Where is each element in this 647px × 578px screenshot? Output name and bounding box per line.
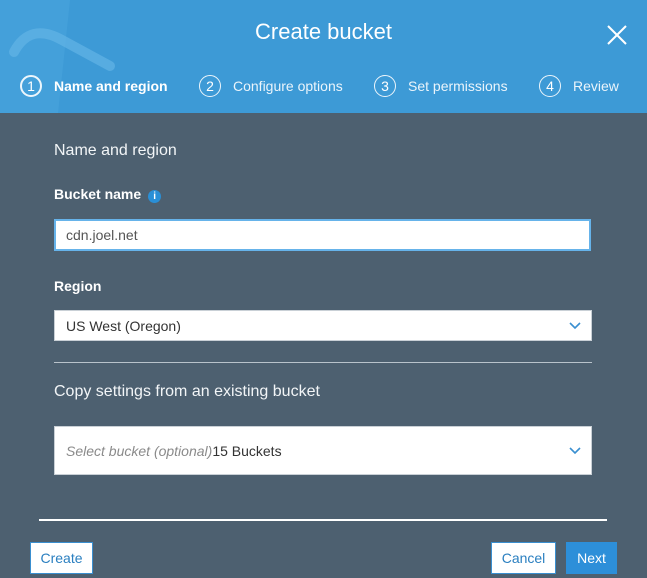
- wizard-steps: 1 Name and region 2 Configure options 3 …: [0, 72, 647, 102]
- divider: [54, 362, 592, 363]
- close-button[interactable]: [604, 22, 630, 48]
- bucket-count: 15 Buckets: [212, 442, 282, 459]
- dialog-header: Create bucket 1 Name and region 2 Config…: [0, 0, 647, 113]
- copy-bucket-placeholder: Select bucket (optional): [66, 442, 213, 459]
- step-set-permissions[interactable]: 3 Set permissions: [374, 72, 508, 100]
- copy-settings-title: Copy settings from an existing bucket: [54, 383, 320, 400]
- step-review[interactable]: 4 Review: [539, 72, 619, 100]
- chevron-down-icon: [569, 321, 581, 329]
- bucket-name-label-text: Bucket name: [54, 186, 142, 202]
- cancel-button[interactable]: Cancel: [491, 542, 556, 574]
- step-number: 2: [199, 75, 221, 97]
- create-button[interactable]: Create: [30, 542, 93, 574]
- step-name-and-region[interactable]: 1 Name and region: [20, 72, 168, 100]
- step-configure-options[interactable]: 2 Configure options: [199, 72, 343, 100]
- next-button[interactable]: Next: [566, 542, 617, 574]
- step-number: 3: [374, 75, 396, 97]
- section-title: Name and region: [54, 142, 177, 159]
- step-label: Name and region: [54, 78, 168, 94]
- step-number: 1: [20, 75, 42, 97]
- step-number: 4: [539, 75, 561, 97]
- copy-bucket-select-text: Select bucket (optional)15 Buckets: [66, 443, 282, 459]
- step-label: Review: [573, 78, 619, 94]
- region-select[interactable]: US West (Oregon): [54, 310, 592, 341]
- copy-bucket-select[interactable]: Select bucket (optional)15 Buckets: [54, 426, 592, 475]
- region-label: Region: [54, 278, 102, 294]
- step-label: Configure options: [233, 78, 343, 94]
- step-label: Set permissions: [408, 78, 508, 94]
- info-icon[interactable]: i: [148, 190, 162, 203]
- close-icon: [607, 25, 627, 45]
- footer-divider: [39, 519, 607, 521]
- region-selected-value: US West (Oregon): [66, 317, 181, 334]
- dialog-title: Create bucket: [255, 19, 392, 44]
- chevron-down-icon: [569, 446, 581, 454]
- bucket-name-label: Bucket name i: [54, 186, 162, 203]
- bucket-name-input[interactable]: [54, 219, 591, 251]
